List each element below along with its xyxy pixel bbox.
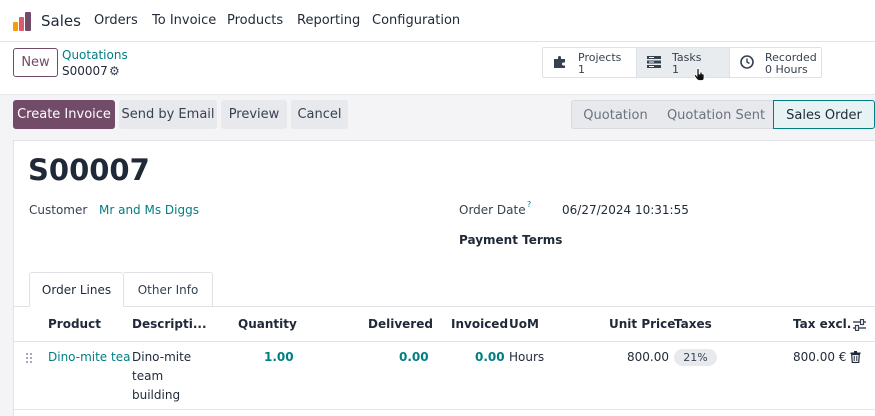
col-product[interactable]: Product	[48, 317, 101, 331]
payment-terms-label: Payment Terms	[459, 233, 563, 247]
col-taxes[interactable]: Taxes	[674, 317, 712, 331]
form-sheet: S00007 Customer Mr and Ms Diggs Order Da…	[13, 140, 875, 416]
stage-sales-order[interactable]: Sales Order	[773, 100, 875, 129]
col-invoiced[interactable]: Invoiced	[451, 317, 508, 331]
tax-badge[interactable]: 21%	[674, 349, 717, 366]
cell-delivered[interactable]: 0.00	[399, 350, 429, 364]
new-button[interactable]: New	[13, 48, 58, 77]
create-invoice-button[interactable]: Create Invoice	[13, 100, 115, 129]
order-lines-header: Product Descripti... Quantity Delivered …	[14, 307, 875, 342]
col-unit-price[interactable]: Unit Price	[609, 317, 675, 331]
status-bar: Quotation Quotation Sent Sales Order	[571, 100, 875, 129]
app-name[interactable]: Sales	[41, 12, 81, 30]
menu-reporting[interactable]: Reporting	[297, 13, 360, 28]
recorded-hours: 0 Hours	[765, 63, 808, 76]
tasks-icon	[647, 56, 661, 68]
cell-unit-price[interactable]: 800.00	[627, 350, 669, 364]
order-date-label: Order Date	[459, 203, 526, 217]
smart-buttons: Projects 1 Tasks 1 Recorded 0 Hours	[542, 47, 822, 81]
recorded-smart-button[interactable]: Recorded 0 Hours	[729, 48, 821, 77]
page-title: S00007	[28, 153, 150, 187]
gear-icon[interactable]: ⚙	[109, 64, 120, 78]
menu-to-invoice[interactable]: To Invoice	[152, 13, 216, 28]
cell-description-line-1[interactable]: Dino-mite	[132, 350, 191, 364]
cell-uom[interactable]: Hours	[509, 350, 544, 364]
clock-icon	[740, 55, 754, 69]
cancel-button[interactable]: Cancel	[291, 100, 348, 129]
send-by-email-button[interactable]: Send by Email	[119, 100, 217, 129]
order-date-field[interactable]: 06/27/2024 10:31:55	[562, 203, 689, 217]
trash-icon[interactable]	[850, 351, 861, 363]
optional-columns-icon[interactable]	[853, 319, 866, 331]
breadcrumb-current: S00007	[62, 64, 108, 78]
menu-products[interactable]: Products	[227, 13, 283, 28]
cell-product[interactable]: Dino-mite team	[48, 350, 130, 364]
table-row[interactable]: Dino-mite team Dino-mite team building 1…	[14, 342, 875, 410]
order-date-help-icon[interactable]: ?	[527, 200, 531, 209]
cell-quantity[interactable]: 1.00	[264, 350, 294, 364]
top-navbar: Sales Orders To Invoice Products Reporti…	[0, 0, 875, 42]
notebook-tabs: Order Lines Other Info	[14, 272, 875, 307]
projects-count: 1	[578, 63, 585, 76]
customer-label: Customer	[29, 203, 88, 217]
col-uom[interactable]: UoM	[509, 317, 539, 331]
hand-cursor-icon	[694, 68, 705, 81]
control-panel: New Quotations S00007 ⚙ Projects 1 Tasks…	[0, 42, 875, 95]
cell-invoiced[interactable]: 0.00	[475, 350, 505, 364]
tab-other-info[interactable]: Other Info	[124, 272, 213, 307]
cell-description-line-2[interactable]: team	[132, 369, 163, 383]
customer-field[interactable]: Mr and Ms Diggs	[99, 203, 199, 217]
projects-smart-button[interactable]: Projects 1	[543, 48, 636, 77]
cell-description-line-3[interactable]: building	[132, 388, 180, 402]
menu-configuration[interactable]: Configuration	[372, 13, 460, 28]
col-tax-excl[interactable]: Tax excl.	[793, 317, 851, 331]
drag-handle-icon[interactable]	[25, 352, 33, 364]
col-delivered[interactable]: Delivered	[368, 317, 433, 331]
tab-order-lines[interactable]: Order Lines	[29, 272, 124, 307]
stage-quotation-sent[interactable]: Quotation Sent	[659, 100, 773, 129]
puzzle-icon	[554, 56, 565, 68]
tasks-smart-button[interactable]: Tasks 1	[636, 48, 729, 81]
breadcrumb-quotations[interactable]: Quotations	[62, 48, 128, 62]
col-description[interactable]: Descripti...	[132, 317, 207, 331]
menu-orders[interactable]: Orders	[94, 13, 138, 28]
preview-button[interactable]: Preview	[221, 100, 287, 129]
tasks-count: 1	[672, 63, 679, 76]
sales-app-logo-icon[interactable]	[13, 12, 33, 31]
cell-tax-excl: 800.00 €	[793, 350, 847, 364]
stage-quotation[interactable]: Quotation	[571, 100, 659, 129]
col-quantity[interactable]: Quantity	[238, 317, 297, 331]
